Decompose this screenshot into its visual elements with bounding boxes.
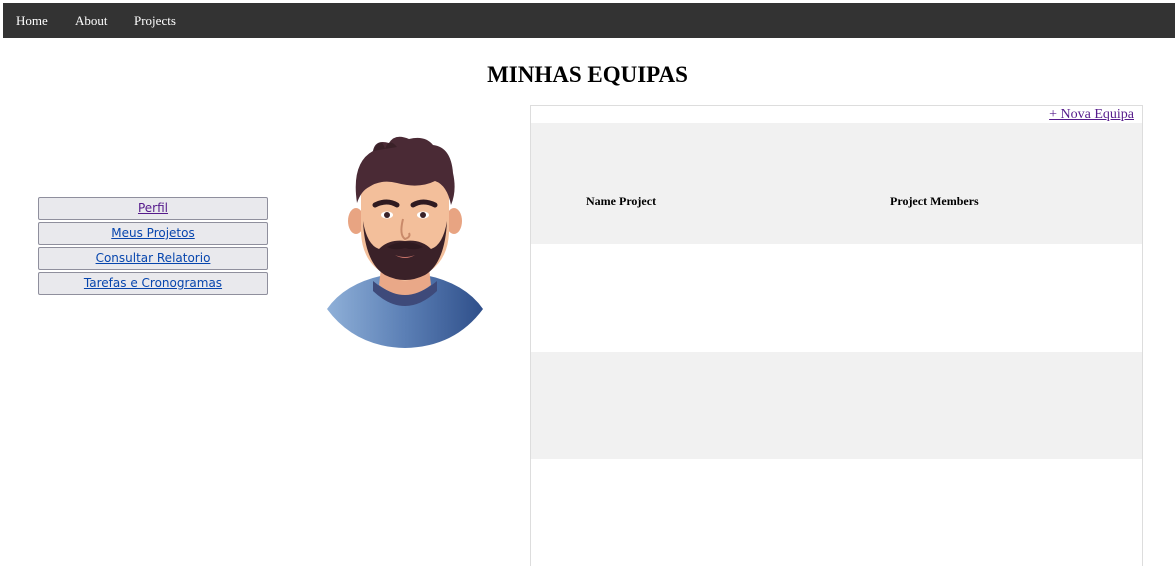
sidebar-item-meus-projetos[interactable]: Meus Projetos — [38, 222, 268, 245]
teams-table-panel: + Nova Equipa Name Project Project Membe… — [530, 105, 1143, 566]
user-avatar-image — [325, 133, 485, 349]
sidebar-item-perfil[interactable]: Perfil — [38, 197, 268, 220]
side-menu: Perfil Meus Projetos Consultar Relatorio… — [38, 197, 268, 297]
nav-projects-link[interactable]: Projects — [134, 13, 176, 29]
table-header-row: Name Project Project Members — [531, 123, 1142, 244]
table-row — [531, 352, 1142, 459]
new-team-link[interactable]: + Nova Equipa — [1049, 107, 1134, 123]
nav-about-link[interactable]: About — [75, 13, 108, 29]
column-header-project-members: Project Members — [890, 194, 979, 208]
top-navbar: Home About Projects — [3, 3, 1175, 38]
page-title: MINHAS EQUIPAS — [487, 62, 688, 87]
sidebar-item-tarefas-cronogramas[interactable]: Tarefas e Cronogramas — [38, 272, 268, 295]
avatar-icon — [327, 136, 483, 348]
column-header-name-project: Name Project — [586, 194, 657, 208]
sidebar-item-consultar-relatorio[interactable]: Consultar Relatorio — [38, 247, 268, 270]
nav-home-link[interactable]: Home — [16, 13, 48, 29]
